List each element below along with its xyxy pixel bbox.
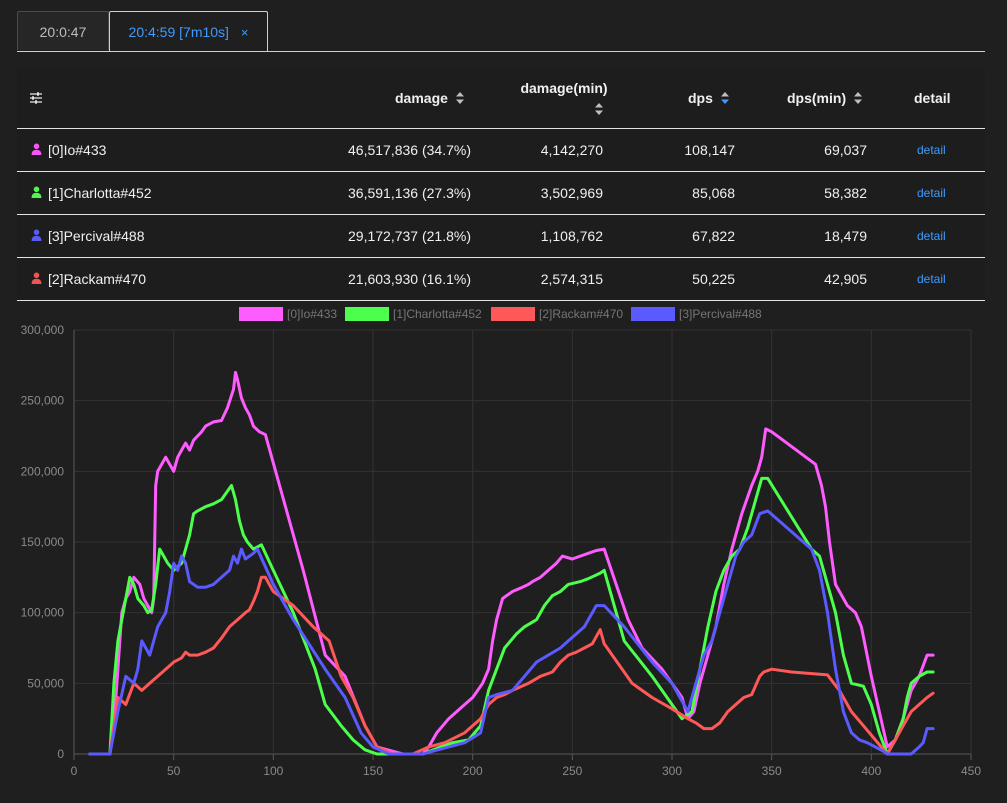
sort-icon[interactable] [853,91,863,105]
table-header: damage damage(min) dps dps(min) detail [17,68,985,129]
damage-value: 29,172,737 (21.8%) [348,228,471,244]
tab-session-2[interactable]: 20:4:59 [7m10s] × [109,11,268,51]
legend-swatch [491,307,535,321]
dps-value: 108,147 [684,142,735,158]
table-row: [1]Charlotta#452 36,591,136 (27.3%) 3,50… [17,172,985,215]
table-row: [3]Percival#488 29,172,737 (21.8%) 1,108… [17,215,985,258]
player-name-cell: [0]Io#433 [31,129,106,171]
dps-value: 85,068 [692,185,735,201]
y-tick-label: 100,000 [21,606,65,620]
damage-min-value: 2,574,315 [540,271,603,287]
detail-link[interactable]: detail [917,129,946,171]
sort-icon[interactable] [594,102,604,116]
damage-table: damage damage(min) dps dps(min) detail [… [17,68,985,301]
dps-min-value: 18,479 [824,228,867,244]
header-dps-label: dps [688,90,713,106]
series-line [88,476,935,756]
dps-min-value: 58,382 [824,185,867,201]
player-name-cell: [3]Percival#488 [31,215,145,257]
legend-label: [2]Rackam#470 [539,307,623,321]
player-name: [0]Io#433 [48,142,107,158]
user-icon [31,215,42,257]
close-icon[interactable]: × [241,25,249,40]
header-damage-min[interactable]: damage(min) [514,68,614,128]
damage-value: 46,517,836 (34.7%) [348,142,471,158]
column-settings-icon[interactable] [29,68,43,128]
user-icon [31,172,42,214]
header-dps-min-label: dps(min) [787,90,847,106]
x-tick-label: 400 [861,764,881,778]
damage-value: 21,603,930 (16.1%) [348,271,471,287]
x-tick-label: 250 [562,764,582,778]
tab-label: 20:0:47 [39,24,87,40]
header-detail-label: detail [914,90,951,106]
damage-min-value: 3,502,969 [540,185,603,201]
sort-icon[interactable] [455,91,465,105]
damage-min-value: 4,142,270 [540,142,603,158]
x-tick-label: 450 [961,764,981,778]
damage-min-value: 1,108,762 [540,228,603,244]
table-row: [0]Io#433 46,517,836 (34.7%) 4,142,270 1… [17,129,985,172]
x-tick-label: 300 [662,764,682,778]
dps-min-value: 42,905 [824,271,867,287]
y-tick-label: 200,000 [21,464,65,478]
player-name: [3]Percival#488 [48,228,145,244]
damage-value: 36,591,136 (27.3%) [348,185,471,201]
user-icon [31,129,42,171]
tab-bar: 20:0:47 20:4:59 [7m10s] × [17,11,985,52]
user-icon [31,258,42,300]
player-name-cell: [1]Charlotta#452 [31,172,152,214]
legend-swatch [631,307,675,321]
x-tick-label: 50 [167,764,181,778]
table-row: [2]Rackam#470 21,603,930 (16.1%) 2,574,3… [17,258,985,301]
detail-link[interactable]: detail [917,215,946,257]
y-tick-label: 50,000 [27,676,64,690]
x-tick-label: 0 [71,764,78,778]
header-damage-label: damage [395,90,448,106]
y-tick-label: 300,000 [21,323,65,337]
series-line [88,370,935,756]
y-tick-label: 150,000 [21,535,65,549]
legend-swatch [345,307,389,321]
dps-line-chart: 0 50,000 100,000 150,000 200,000 250,000 300,0… [21,307,981,778]
legend-label: [3]Percival#488 [679,307,762,321]
y-tick-label: 0 [57,747,64,761]
header-dps-min[interactable]: dps(min) [787,68,863,128]
detail-link[interactable]: detail [917,172,946,214]
x-tick-label: 350 [762,764,782,778]
header-detail: detail [914,68,951,128]
legend-label: [1]Charlotta#452 [393,307,482,321]
x-tick-label: 200 [463,764,483,778]
y-tick-label: 250,000 [21,394,65,408]
detail-link[interactable]: detail [917,258,946,300]
tab-label: 20:4:59 [7m10s] [128,24,229,40]
dps-min-value: 69,037 [824,142,867,158]
player-name: [2]Rackam#470 [48,271,147,287]
dps-value: 67,822 [692,228,735,244]
dps-value: 50,225 [692,271,735,287]
x-tick-label: 100 [263,764,283,778]
header-damage[interactable]: damage [395,68,465,128]
header-dps[interactable]: dps [688,68,730,128]
x-tick-label: 150 [363,764,383,778]
player-name: [1]Charlotta#452 [48,185,152,201]
legend-swatch [239,307,283,321]
tab-session-1[interactable]: 20:0:47 [17,11,109,50]
legend-label: [0]Io#433 [287,307,337,321]
player-name-cell: [2]Rackam#470 [31,258,146,300]
series-line [88,509,935,756]
sort-icon[interactable] [720,91,730,105]
series-line [88,575,935,756]
header-damage-min-label: damage(min) [520,80,608,96]
